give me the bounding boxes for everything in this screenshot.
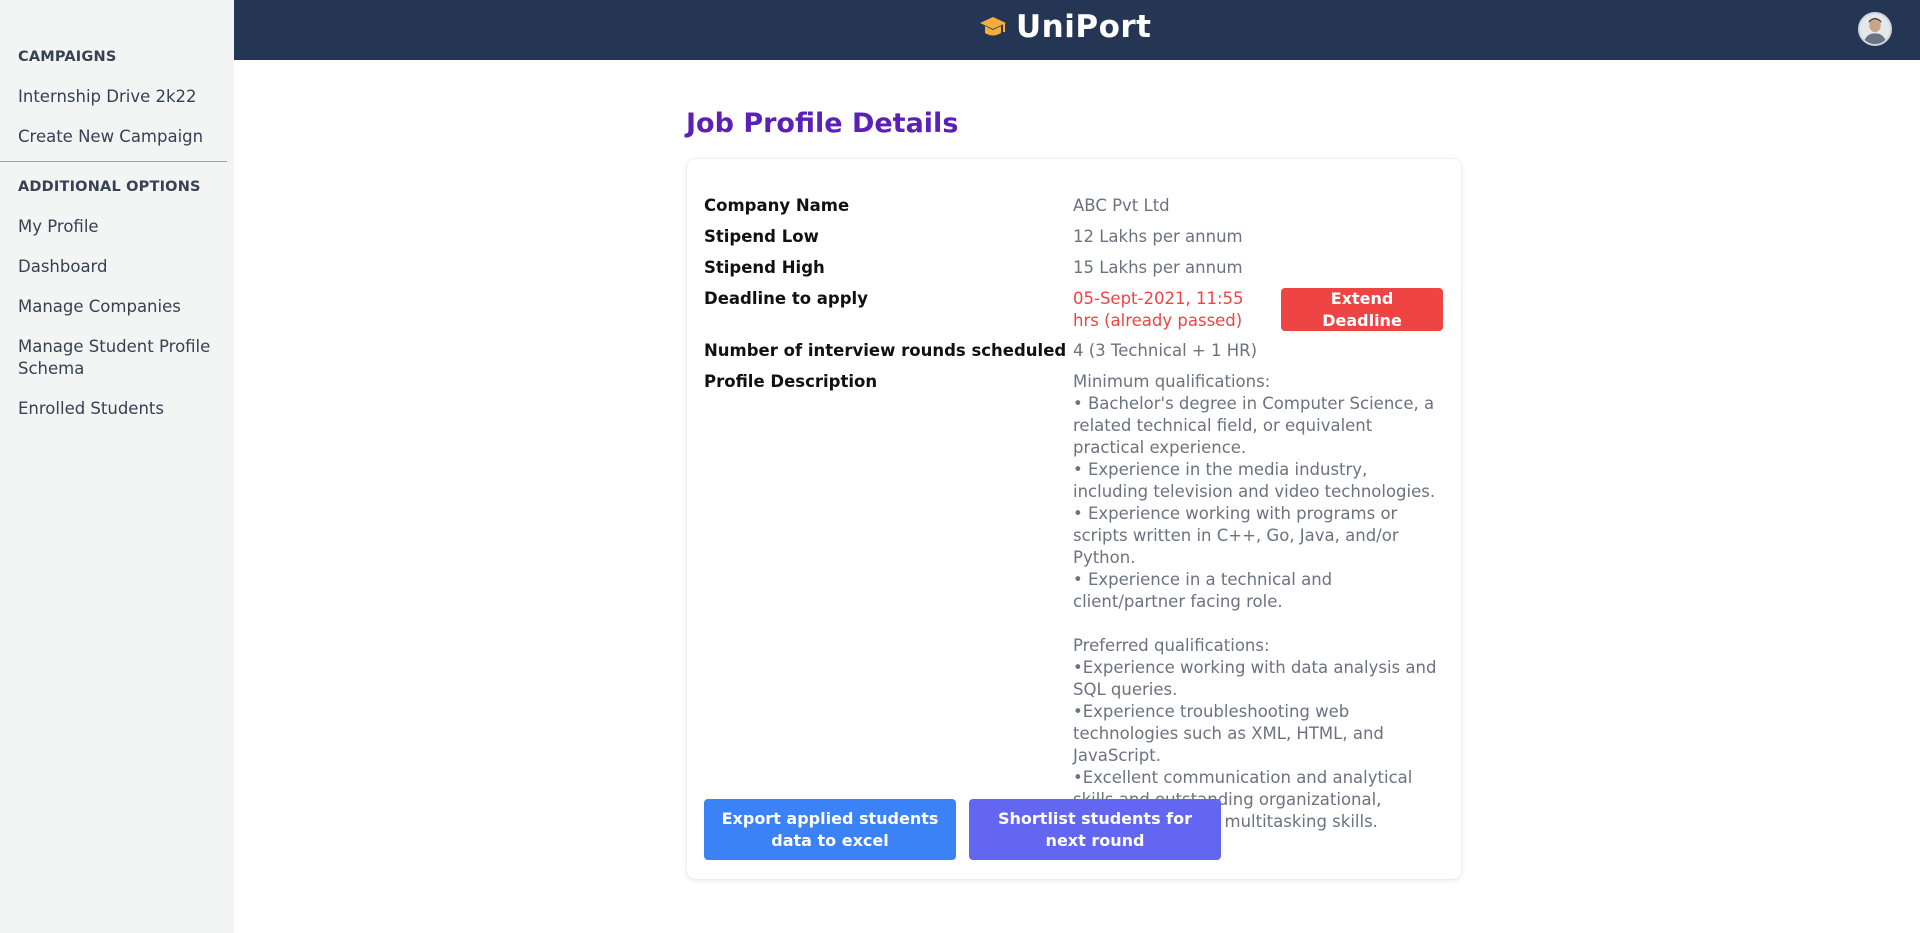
- company-name-value: ABC Pvt Ltd: [1073, 196, 1170, 215]
- top-navbar: UniPort: [234, 0, 1920, 60]
- stipend-high-value: 15 Lakhs per annum: [1073, 258, 1243, 277]
- profile-description-label: Profile Description: [704, 372, 878, 391]
- stipend-high-label: Stipend High: [704, 258, 825, 277]
- job-profile-card: Company Name ABC Pvt Ltd Stipend Low 12 …: [687, 159, 1461, 879]
- page-title: Job Profile Details: [686, 108, 959, 139]
- sidebar-divider: [0, 161, 227, 162]
- shortlist-students-button[interactable]: Shortlist students for next round: [969, 799, 1221, 860]
- user-avatar-icon: [1860, 14, 1890, 44]
- graduation-cap-icon: [980, 17, 1006, 36]
- extend-deadline-button[interactable]: Extend Deadline: [1281, 288, 1443, 331]
- additional-options-heading: ADDITIONAL OPTIONS: [18, 179, 201, 195]
- stipend-low-label: Stipend Low: [704, 227, 819, 246]
- company-name-label: Company Name: [704, 196, 850, 215]
- deadline-label: Deadline to apply: [704, 289, 868, 308]
- sidebar-item-manage-companies[interactable]: Manage Companies: [0, 296, 193, 318]
- brand-name: UniPort: [1016, 9, 1152, 45]
- profile-description-value: Minimum qualifications: • Bachelor's deg…: [1073, 372, 1437, 831]
- sidebar-item-my-profile[interactable]: My Profile: [0, 216, 111, 238]
- sidebar-item-dashboard[interactable]: Dashboard: [0, 256, 120, 278]
- interview-rounds-value: 4 (3 Technical + 1 HR): [1073, 341, 1258, 360]
- sidebar-item-create-campaign[interactable]: Create New Campaign: [0, 126, 215, 148]
- sidebar-item-manage-schema[interactable]: Manage Student Profile Schema: [0, 336, 230, 380]
- interview-rounds-label: Number of interview rounds scheduled: [704, 341, 1067, 360]
- deadline-value: 05-Sept-2021, 11:55 hrs (already passed): [1073, 289, 1244, 330]
- avatar[interactable]: [1858, 12, 1892, 46]
- brand[interactable]: UniPort: [978, 9, 1152, 45]
- sidebar-item-enrolled-students[interactable]: Enrolled Students: [0, 398, 176, 420]
- sidebar: CAMPAIGNS Internship Drive 2k22 Create N…: [0, 0, 234, 933]
- stipend-low-value: 12 Lakhs per annum: [1073, 227, 1243, 246]
- export-excel-button[interactable]: Export applied students data to excel: [704, 799, 956, 860]
- campaigns-heading: CAMPAIGNS: [18, 49, 117, 65]
- sidebar-item-internship-drive[interactable]: Internship Drive 2k22: [0, 86, 209, 108]
